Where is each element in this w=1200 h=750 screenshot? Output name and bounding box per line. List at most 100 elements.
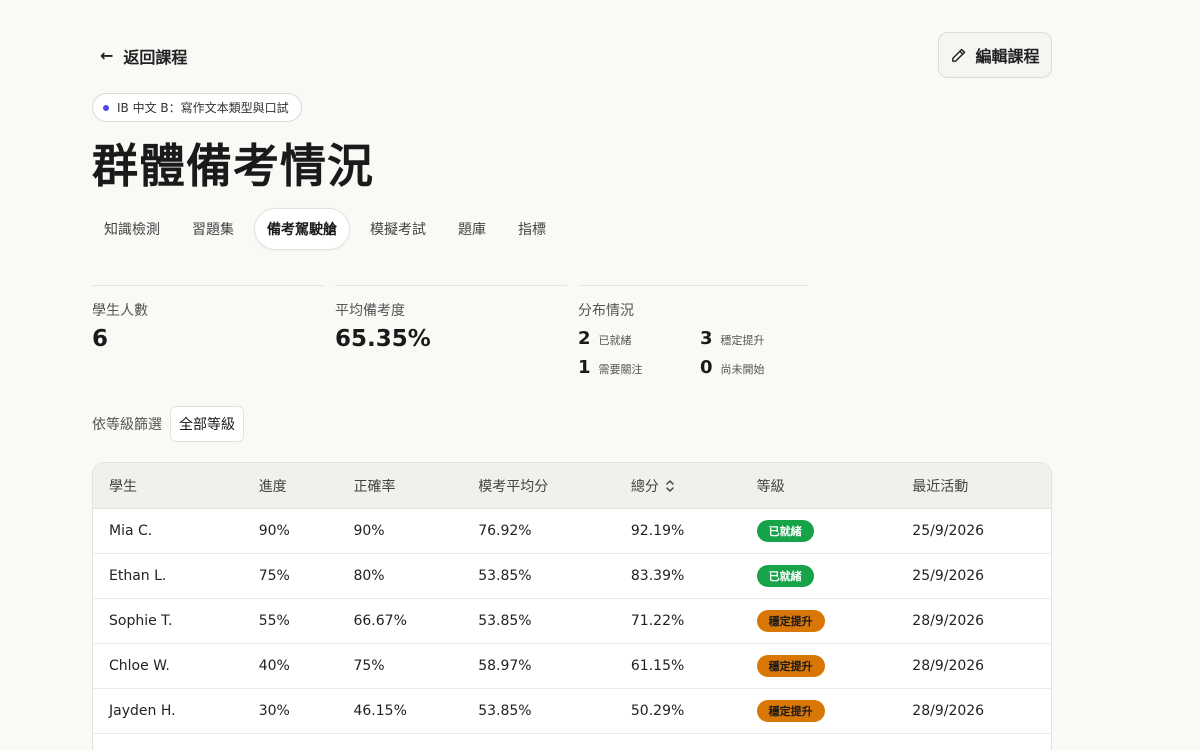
level-badge: 穩定提升	[756, 610, 825, 632]
page-title: 群體備考情況	[92, 139, 374, 193]
cell-level: 穩定提升	[756, 655, 913, 677]
cell-accuracy: 46.15%	[353, 703, 407, 719]
dist-label: 已就緒	[598, 334, 632, 347]
dist-item-attention: 1 需要關注	[578, 357, 700, 378]
course-pill: IB 中文 B：寫作文本類型與口試	[92, 93, 302, 122]
course-dot-icon	[103, 104, 109, 111]
tab-question-bank[interactable]: 題庫	[446, 208, 498, 250]
tab-knowledge-check[interactable]: 知識檢測	[92, 208, 172, 250]
dist-label: 穩定提升	[720, 334, 765, 347]
table-row[interactable]: Sophie T. 55% 66.67% 53.85% 71.22% 穩定提升 28/9/2…	[93, 599, 1051, 644]
cell-total: 71.22%	[630, 613, 685, 629]
cell-student: Jayden H.	[109, 703, 176, 719]
column-header-last-activity[interactable]: 最近活動	[912, 476, 1051, 496]
course-pill-label: IB 中文 B：寫作文本類型與口試	[117, 101, 289, 115]
tab-mock-exams[interactable]: 模擬考試	[358, 208, 438, 250]
students-table: 學生 進度 正確率 模考平均分 總分 等級 最近活動 Mia C. 90% 90% 7…	[92, 462, 1052, 750]
cell-level: 穩定提升	[756, 700, 913, 722]
dist-count: 2	[578, 328, 591, 349]
tab-label: 模擬考試	[370, 222, 426, 238]
stat-label: 平均備考度	[335, 303, 405, 319]
dist-item-steady: 3 穩定提升	[700, 328, 810, 349]
cell-progress: 55%	[258, 613, 290, 629]
cell-total: 61.15%	[630, 658, 685, 674]
dist-label: 尚未開始	[720, 363, 765, 376]
cell-student: Chloe W.	[109, 658, 170, 674]
stat-student-count: 學生人數 6	[92, 285, 324, 352]
stat-average-readiness: 平均備考度 65.35%	[335, 285, 567, 352]
level-badge: 穩定提升	[756, 700, 825, 722]
cell-last-activity: 28/9/2026	[912, 703, 985, 719]
table-row[interactable]: Mia C. 90% 90% 76.92% 92.19% 已就緒 25/9/2026	[93, 509, 1051, 554]
edit-course-button[interactable]: 編輯課程	[938, 32, 1052, 78]
table-row[interactable]: Ethan L. 75% 80% 53.85% 83.39% 已就緒 25/9/2026	[93, 554, 1051, 599]
level-badge: 穩定提升	[756, 655, 825, 677]
cell-mock-average: 53.85%	[478, 613, 532, 629]
level-filter-select[interactable]: 全部等級	[170, 406, 244, 442]
level-badge: 已就緒	[756, 520, 814, 542]
tab-label: 指標	[518, 222, 546, 238]
cell-mock-average: 58.97%	[478, 658, 532, 674]
column-header-mock-average[interactable]: 模考平均分	[478, 476, 631, 496]
cell-student: Ethan L.	[109, 568, 167, 584]
table-row[interactable]: Chloe W. 40% 75% 58.97% 61.15% 穩定提升 28/9/2026	[93, 644, 1051, 689]
cell-total: 92.19%	[630, 523, 685, 539]
stat-value: 65.35%	[335, 326, 431, 352]
tab-label: 習題集	[192, 222, 234, 238]
tab-label: 題庫	[458, 222, 486, 238]
tab-metrics[interactable]: 指標	[506, 208, 558, 250]
table-header: 學生 進度 正確率 模考平均分 總分 等級 最近活動	[93, 463, 1051, 509]
cell-last-activity: 25/9/2026	[912, 523, 985, 539]
back-to-course-link[interactable]: ← 返回課程	[100, 44, 187, 68]
tab-prep-cockpit[interactable]: 備考駕駛艙	[254, 208, 350, 250]
column-header-total[interactable]: 總分	[631, 476, 757, 496]
edit-course-label: 編輯課程	[975, 47, 1040, 66]
dist-item-not-started: 0 尚未開始	[700, 357, 810, 378]
tab-problem-sets[interactable]: 習題集	[180, 208, 246, 250]
stat-label: 分布情況	[578, 303, 634, 319]
cell-mock-average: 53.85%	[478, 703, 532, 719]
stat-value: 6	[92, 326, 109, 352]
table-row[interactable]: Jayden H. 30% 46.15% 53.85% 50.29% 穩定提升 28/9/2…	[93, 689, 1051, 734]
level-badge: 已就緒	[756, 565, 814, 587]
cell-progress: 75%	[258, 568, 290, 584]
stat-label: 學生人數	[92, 303, 148, 319]
cell-last-activity: 28/9/2026	[912, 613, 985, 629]
cell-level: 已就緒	[756, 520, 913, 542]
level-filter: 依等級篩選 全部等級	[92, 406, 244, 442]
arrow-left-icon: ←	[100, 46, 114, 65]
cell-student: Mia C.	[109, 523, 153, 539]
cell-level: 穩定提升	[756, 610, 913, 632]
tab-label: 知識檢測	[104, 222, 160, 238]
cell-accuracy: 90%	[353, 523, 385, 539]
column-header-progress[interactable]: 進度	[259, 476, 354, 496]
cell-last-activity: 28/9/2026	[912, 658, 985, 674]
dist-item-ready: 2 已就緒	[578, 328, 700, 349]
cell-mock-average: 76.92%	[478, 523, 532, 539]
stat-distribution: 分布情況 2 已就緒 3 穩定提升 1 需要關注 0 尚未開始	[578, 285, 808, 378]
cell-last-activity: 25/9/2026	[912, 568, 985, 584]
cell-accuracy: 66.67%	[353, 613, 407, 629]
cell-mock-average: 53.85%	[478, 568, 532, 584]
column-header-label: 總分	[630, 478, 659, 495]
cell-total: 50.29%	[630, 703, 685, 719]
cell-progress: 40%	[258, 658, 290, 674]
back-label: 返回課程	[123, 48, 188, 67]
dist-label: 需要關注	[598, 363, 643, 376]
dist-count: 1	[578, 357, 591, 378]
dist-count: 3	[700, 328, 713, 349]
sort-icon	[666, 479, 674, 492]
pencil-icon	[952, 48, 966, 62]
cell-total: 83.39%	[630, 568, 685, 584]
tab-label: 備考駕駛艙	[267, 222, 337, 238]
cell-accuracy: 75%	[353, 658, 385, 674]
filter-label: 依等級篩選	[92, 417, 162, 433]
cell-progress: 30%	[258, 703, 290, 719]
column-header-student[interactable]: 學生	[93, 476, 259, 496]
tab-bar: 知識檢測 習題集 備考駕駛艙 模擬考試 題庫 指標	[92, 208, 566, 250]
table-body: Mia C. 90% 90% 76.92% 92.19% 已就緒 25/9/2026 Etha…	[93, 509, 1051, 734]
cell-accuracy: 80%	[353, 568, 385, 584]
column-header-accuracy[interactable]: 正確率	[353, 476, 478, 496]
column-header-level[interactable]: 等級	[757, 476, 913, 496]
dist-count: 0	[700, 357, 713, 378]
